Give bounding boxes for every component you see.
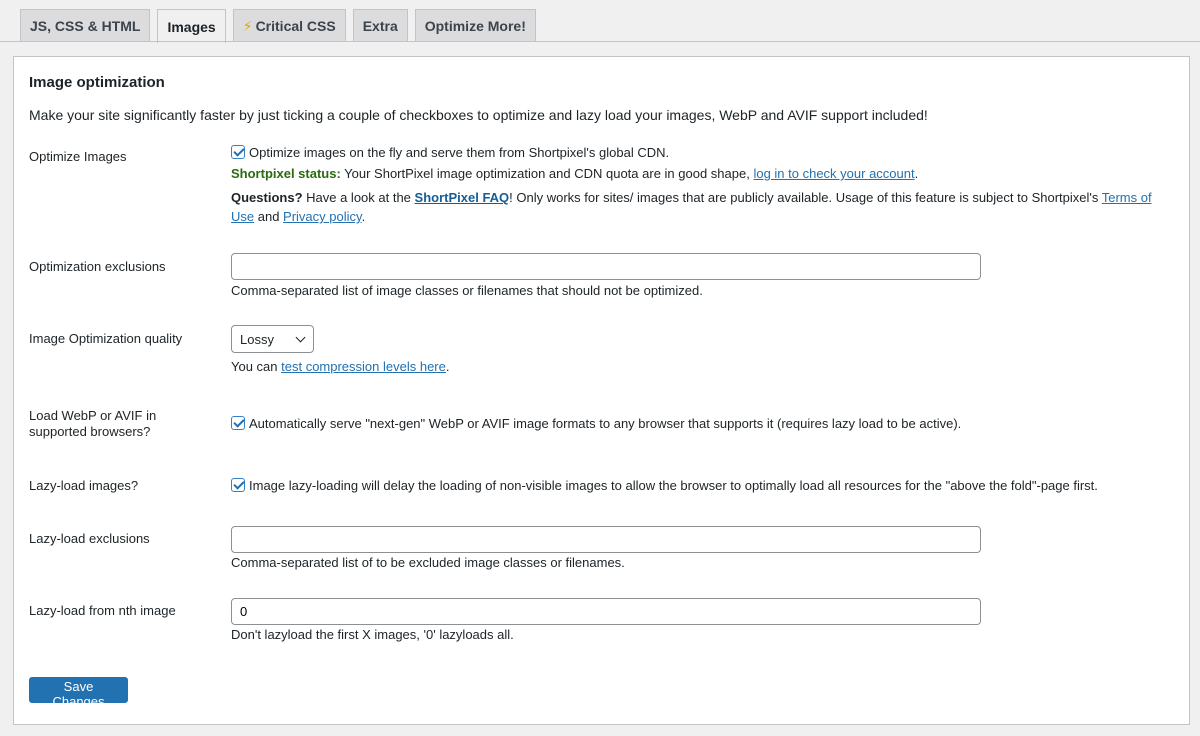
test-compression-link[interactable]: test compression levels here [281,359,446,374]
check-account-link[interactable]: log in to check your account [753,166,914,181]
chevron-down-icon [295,332,306,343]
lazyload-nth-description: Don't lazyload the first X images, '0' l… [231,627,514,642]
webp-label-line-1: Load WebP or AVIF in [29,408,157,423]
questions-label: Questions? [231,190,303,205]
tab-critical-css[interactable]: ⚡ Critical CSS [232,9,346,42]
tab-extra[interactable]: Extra [352,9,408,42]
optimization-exclusions-label: Optimization exclusions [29,259,166,274]
tab-images[interactable]: Images [157,9,226,43]
optimization-exclusions-description: Comma-separated list of image classes or… [231,283,703,298]
questions-text-2: ! Only works for sites/ images that are … [509,190,1102,205]
optimize-images-label: Optimize Images [29,149,127,164]
settings-tabs: JS, CSS & HTML Images ⚡ Critical CSS Extr… [20,9,536,43]
quality-desc-suffix: . [445,359,450,374]
webp-option: Automatically serve "next-gen" WebP or A… [231,415,961,433]
shortpixel-status: Shortpixel status: Your ShortPixel image… [231,165,1171,183]
tab-optimize-more[interactable]: Optimize More! [414,9,536,42]
settings-panel: Image optimization Make your site signif… [13,56,1190,725]
questions-text: Questions? Have a look at the ShortPixel… [231,188,1171,226]
status-text: Your ShortPixel image optimization and C… [340,166,754,181]
optimization-exclusions-input[interactable] [231,253,981,280]
quality-description: You can test compression levels here. [231,359,450,374]
faq-link[interactable]: ShortPixel FAQ [415,190,510,205]
quality-select[interactable]: Lossy [231,325,314,353]
tab-label: Critical CSS [255,18,336,34]
webp-label: Load WebP or AVIF in supported browsers? [29,408,156,440]
optimize-images-checkbox[interactable] [231,145,245,159]
tab-label: Optimize More! [424,18,526,34]
tab-label: Images [167,18,216,35]
tabs-divider [0,41,1200,42]
optimize-images-field: Optimize images on the fly and serve the… [231,144,1171,226]
lazyload-exclusions-label: Lazy-load exclusions [29,531,150,546]
section-title: Image optimization [29,74,165,91]
lightning-icon: ⚡ [242,17,253,34]
optimize-images-option: Optimize images on the fly and serve the… [231,144,1171,162]
lazyload-checkbox-label: Image lazy-loading will delay the loadin… [249,478,1098,493]
lazyload-option: Image lazy-loading will delay the loadin… [231,477,1098,495]
lazyload-label: Lazy-load images? [29,478,139,493]
status-end: . [914,166,919,181]
section-intro: Make your site significantly faster by j… [29,107,928,123]
optimize-images-checkbox-label: Optimize images on the fly and serve the… [249,145,670,160]
webp-checkbox-label: Automatically serve "next-gen" WebP or A… [249,416,962,431]
tab-label: Extra [362,18,398,34]
lazyload-exclusions-description: Comma-separated list of to be excluded i… [231,555,625,570]
privacy-link[interactable]: Privacy policy [283,209,362,224]
status-label: Shortpixel status: [231,166,341,181]
tab-js-css-html[interactable]: JS, CSS & HTML [20,9,151,42]
webp-checkbox[interactable] [231,416,245,430]
quality-label: Image Optimization quality [29,331,183,346]
lazyload-exclusions-input[interactable] [231,526,981,553]
save-changes-button[interactable]: Save Changes [29,677,128,709]
quality-desc-prefix: You can [231,359,282,374]
lazyload-checkbox[interactable] [231,478,245,492]
lazyload-nth-label: Lazy-load from nth image [29,603,176,618]
webp-label-line-2: supported browsers? [29,424,151,439]
quality-selected-value: Lossy [240,332,274,347]
questions-text-1: Have a look at the [302,190,415,205]
and-text: and [254,209,284,224]
questions-end: . [361,209,366,224]
lazyload-nth-input[interactable] [231,598,981,625]
tab-label: JS, CSS & HTML [30,18,141,34]
